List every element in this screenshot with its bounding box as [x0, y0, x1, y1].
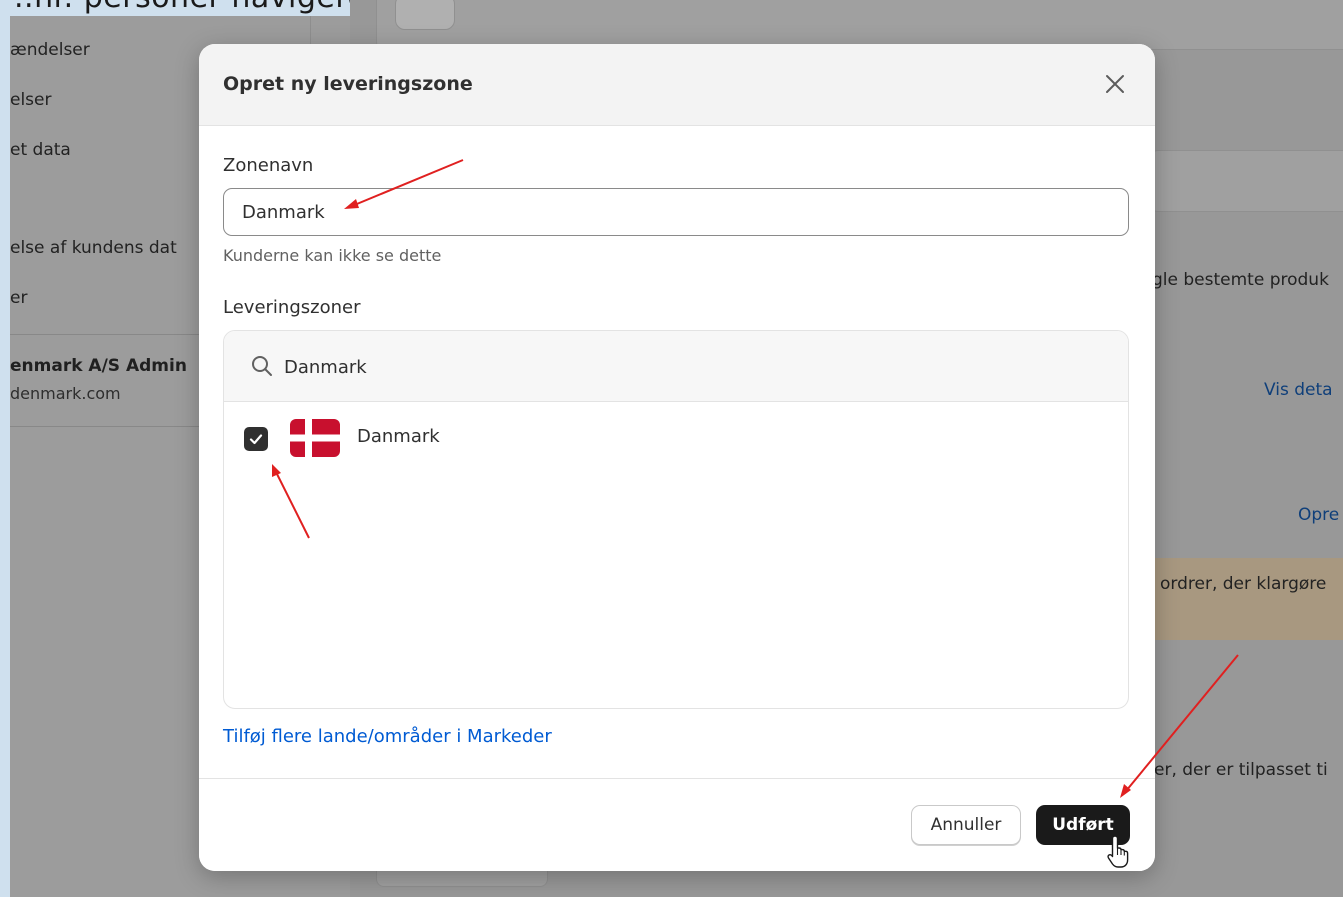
- sidebar-item[interactable]: elser: [10, 90, 52, 110]
- close-button[interactable]: [1099, 68, 1131, 100]
- hand-cursor-icon: [1107, 835, 1129, 868]
- store-email: denmark.com: [10, 384, 121, 403]
- add-markets-link[interactable]: Tilføj flere lande/områder i Markeder: [223, 726, 552, 747]
- country-search-input[interactable]: [282, 345, 1106, 389]
- denmark-flag-icon: [290, 419, 340, 457]
- sidebar-item[interactable]: else af kundens dat: [10, 238, 177, 258]
- store-name: enmark A/S Admin: [10, 356, 187, 376]
- sidebar-item[interactable]: ændelser: [10, 40, 90, 60]
- country-row-denmark[interactable]: Danmark: [224, 415, 1128, 463]
- warning-banner: [1150, 558, 1343, 640]
- zone-name-help: Kunderne kan ikke se dette: [223, 246, 442, 265]
- background-text: er, der er tilpasset ti: [1154, 760, 1328, 780]
- cancel-button[interactable]: Annuller: [911, 805, 1021, 845]
- create-shipping-zone-modal: Opret ny leveringszone Zonenavn Kunderne…: [199, 44, 1155, 871]
- zone-name-label: Zonenavn: [223, 155, 314, 176]
- background-card: [376, 0, 1343, 50]
- country-name: Danmark: [357, 426, 440, 447]
- warning-text: ordrer, der klargøre: [1160, 574, 1327, 594]
- modal-footer: Annuller Udført: [199, 778, 1155, 871]
- modal-title: Opret ny leveringszone: [223, 73, 473, 95]
- product-thumbnail: [395, 0, 455, 30]
- country-search: [224, 331, 1128, 402]
- shipping-zones-label: Leveringszoner: [223, 297, 361, 318]
- close-icon: [1106, 75, 1124, 93]
- search-icon: [252, 356, 272, 376]
- sidebar-item[interactable]: er: [10, 288, 27, 308]
- background-card: [1150, 150, 1343, 212]
- denmark-checkbox[interactable]: [244, 427, 268, 451]
- zone-name-field[interactable]: [223, 188, 1129, 236]
- sidebar-item[interactable]: et data: [10, 140, 71, 160]
- shipping-zones-list: Danmark: [223, 330, 1129, 709]
- details-link[interactable]: Vis deta: [1264, 380, 1333, 400]
- zone-name-input[interactable]: [224, 189, 1128, 235]
- create-link[interactable]: Opre: [1298, 505, 1339, 525]
- checkmark-icon: [249, 434, 263, 445]
- background-text: gle bestemte produk: [1152, 270, 1329, 290]
- modal-header: Opret ny leveringszone: [199, 44, 1155, 126]
